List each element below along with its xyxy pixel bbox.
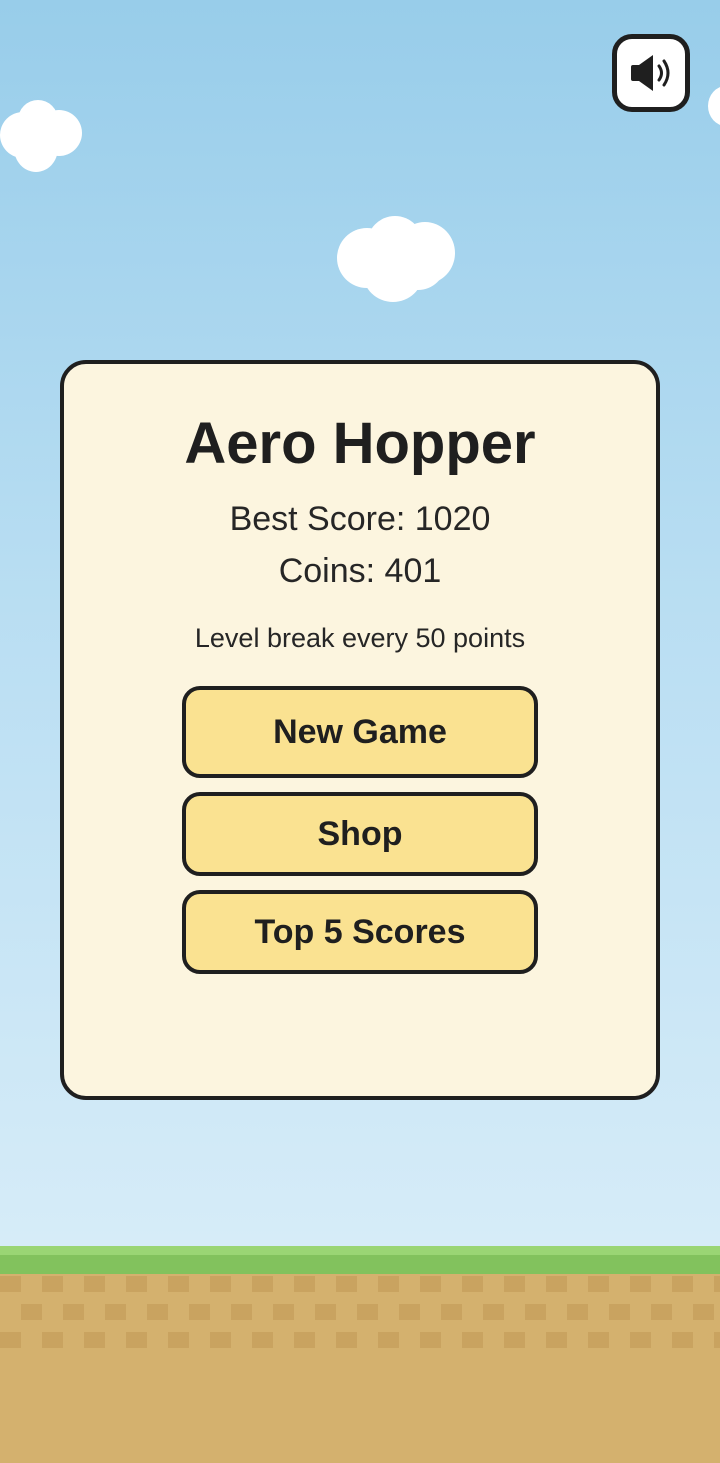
cloud-icon: [708, 82, 720, 130]
cloud-icon: [337, 216, 457, 306]
dirt-tile-pattern: [0, 1276, 720, 1356]
grass-highlight: [0, 1246, 720, 1255]
game-scene: Aero Hopper Best Score: 1020 Coins: 401 …: [0, 0, 720, 1463]
cloud-icon: [0, 100, 84, 174]
new-game-button[interactable]: New Game: [182, 686, 538, 778]
shop-button[interactable]: Shop: [182, 792, 538, 876]
coins-text: Coins: 401: [278, 552, 442, 590]
best-score-text: Best Score: 1020: [229, 500, 491, 538]
top-scores-button[interactable]: Top 5 Scores: [182, 890, 538, 974]
main-menu-panel: Aero Hopper Best Score: 1020 Coins: 401 …: [60, 360, 660, 1100]
speaker-volume-icon: [631, 55, 670, 91]
ground: [0, 1246, 720, 1463]
game-title: Aero Hopper: [184, 411, 536, 476]
sound-toggle-button[interactable]: [612, 34, 690, 112]
level-info-text: Level break every 50 points: [194, 623, 526, 653]
